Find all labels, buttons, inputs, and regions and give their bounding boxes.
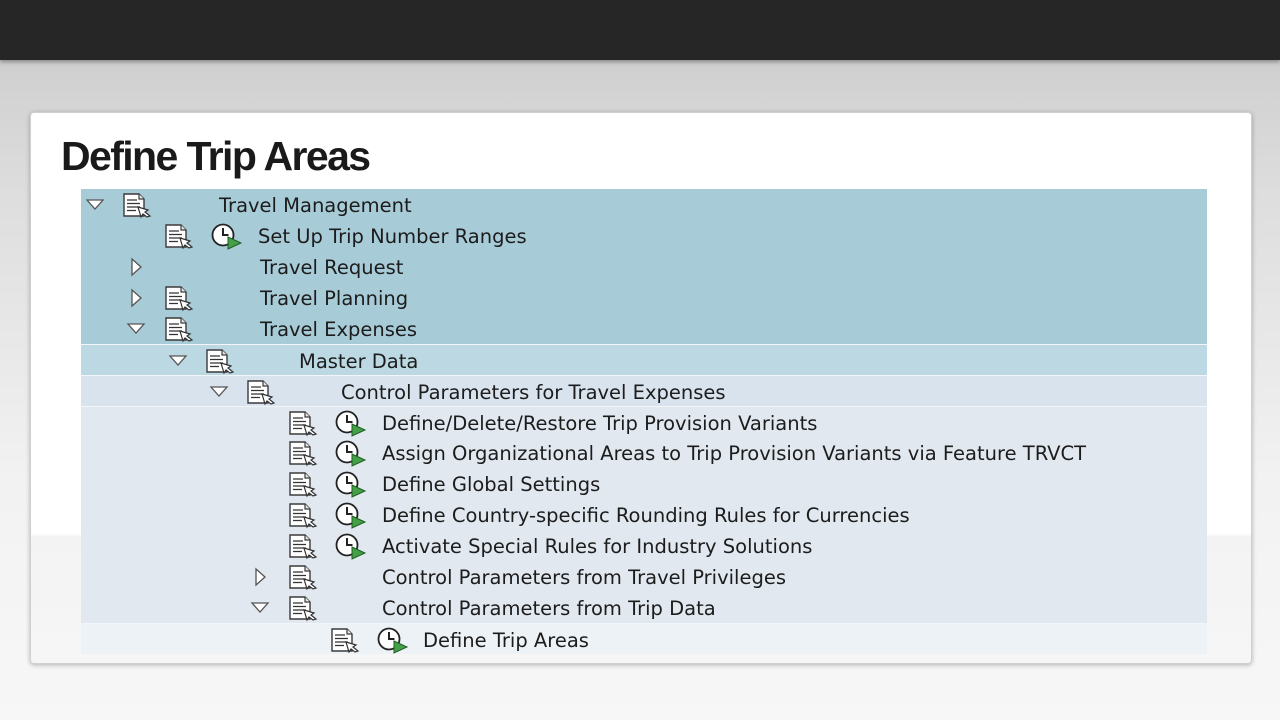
tree-row-master-data[interactable]: Master Data xyxy=(81,344,1207,375)
triangle-right-icon[interactable] xyxy=(127,288,147,308)
execute-clock-icon[interactable] xyxy=(333,439,367,467)
page-title: Define Trip Areas xyxy=(61,133,371,179)
tree-row-label: Define/Delete/Restore Trip Provision Var… xyxy=(382,412,818,435)
tree-row-set-up-trip-number-ranges[interactable]: Set Up Trip Number Ranges xyxy=(81,220,1207,251)
triangle-right-icon[interactable] xyxy=(127,257,147,277)
tree-row-label: Define Country-specific Rounding Rules f… xyxy=(382,504,910,527)
triangle-down-icon[interactable] xyxy=(126,319,146,339)
document-icon xyxy=(285,594,319,622)
document-icon xyxy=(285,409,319,437)
execute-clock-icon[interactable] xyxy=(209,222,243,250)
tree-row-travel-planning[interactable]: Travel Planning xyxy=(81,282,1207,313)
triangle-down-icon[interactable] xyxy=(209,382,229,402)
tree-row-control-parameters-travel-expenses[interactable]: Control Parameters for Travel Expenses xyxy=(81,375,1207,406)
document-icon xyxy=(119,191,153,219)
triangle-down-icon[interactable] xyxy=(168,351,188,371)
execute-clock-icon[interactable] xyxy=(333,532,367,560)
img-tree: Travel Management Set Up Trip Number Ran… xyxy=(81,189,1207,654)
triangle-right-icon[interactable] xyxy=(251,567,271,587)
document-icon xyxy=(161,315,195,343)
tree-row-label: Control Parameters from Trip Data xyxy=(382,597,716,620)
tree-row-label: Define Trip Areas xyxy=(423,629,589,652)
tree-row-define-global-settings[interactable]: Define Global Settings xyxy=(81,468,1207,499)
tree-row-label: Travel Planning xyxy=(260,287,409,310)
tree-row-rounding-rules[interactable]: Define Country-specific Rounding Rules f… xyxy=(81,499,1207,530)
document-icon xyxy=(285,563,319,591)
document-icon xyxy=(285,532,319,560)
triangle-down-icon[interactable] xyxy=(85,195,105,215)
document-icon xyxy=(327,626,361,654)
tree-row-travel-management[interactable]: Travel Management xyxy=(81,189,1207,220)
tree-row-travel-privileges[interactable]: Control Parameters from Travel Privilege… xyxy=(81,561,1207,592)
tree-row-special-rules-industry[interactable]: Activate Special Rules for Industry Solu… xyxy=(81,530,1207,561)
tree-row-assign-organizational-areas[interactable]: Assign Organizational Areas to Trip Prov… xyxy=(81,437,1207,468)
tree-row-label: Define Global Settings xyxy=(382,473,601,496)
execute-clock-icon[interactable] xyxy=(375,626,409,654)
tree-row-define-trip-areas[interactable]: Define Trip Areas xyxy=(81,623,1207,654)
execute-clock-icon[interactable] xyxy=(333,501,367,529)
tree-row-trip-provision-variants[interactable]: Define/Delete/Restore Trip Provision Var… xyxy=(81,406,1207,437)
tree-row-label: Assign Organizational Areas to Trip Prov… xyxy=(382,442,1087,465)
top-bar xyxy=(0,0,1280,60)
document-icon xyxy=(161,222,195,250)
tree-row-label: Travel Expenses xyxy=(260,318,418,341)
tree-row-label: Control Parameters for Travel Expenses xyxy=(341,381,726,404)
document-icon xyxy=(202,347,236,375)
tree-row-label: Set Up Trip Number Ranges xyxy=(258,225,527,248)
tree-row-label: Control Parameters from Travel Privilege… xyxy=(382,566,786,589)
execute-clock-icon[interactable] xyxy=(333,470,367,498)
tree-row-trip-data[interactable]: Control Parameters from Trip Data xyxy=(81,592,1207,623)
document-icon xyxy=(285,439,319,467)
triangle-down-icon[interactable] xyxy=(250,598,270,618)
document-icon xyxy=(285,470,319,498)
tree-row-label: Master Data xyxy=(299,350,419,373)
tree-row-label: Travel Management xyxy=(219,194,412,217)
slide-card: Define Trip Areas Travel Management Set … xyxy=(30,112,1252,664)
document-icon xyxy=(161,284,195,312)
document-icon xyxy=(285,501,319,529)
execute-clock-icon[interactable] xyxy=(333,409,367,437)
tree-row-label: Activate Special Rules for Industry Solu… xyxy=(382,535,813,558)
tree-row-label: Travel Request xyxy=(260,256,404,279)
tree-row-travel-request[interactable]: Travel Request xyxy=(81,251,1207,282)
document-icon xyxy=(243,378,277,406)
tree-row-travel-expenses[interactable]: Travel Expenses xyxy=(81,313,1207,344)
